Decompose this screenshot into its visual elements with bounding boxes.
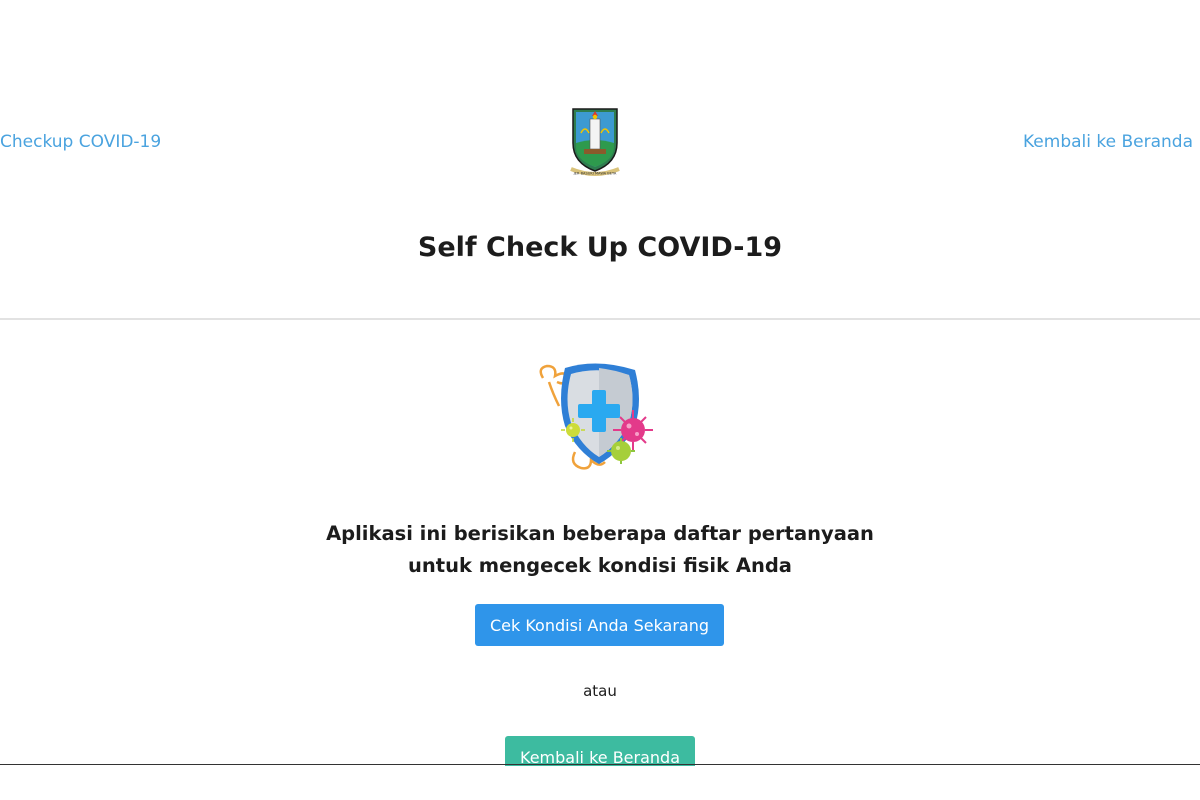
nav-link-home[interactable]: Kembali ke Beranda (1023, 132, 1193, 152)
header-divider (0, 318, 1200, 320)
description-line-1: Aplikasi ini berisikan beberapa daftar p… (326, 522, 874, 545)
description-line-2: untuk mengecek kondisi fisik Anda (408, 554, 792, 577)
or-separator-text: atau (583, 682, 617, 700)
shield-virus-icon (539, 363, 653, 470)
svg-text:JER BASUKI MAWA BEYA: JER BASUKI MAWA BEYA (573, 172, 617, 176)
description-text: Aplikasi ini berisikan beberapa daftar p… (0, 518, 1200, 582)
bottom-border (0, 764, 1200, 765)
page-title: Self Check Up COVID-19 (417, 232, 783, 263)
page: Checkup COVID-19 JER BASUKI MAWA BEYA Ke… (0, 0, 1200, 800)
bottom-cutoff (0, 766, 1200, 800)
nav-link-checkup[interactable]: Checkup COVID-19 (0, 132, 161, 152)
check-condition-button[interactable]: Cek Kondisi Anda Sekarang (475, 604, 724, 646)
east-java-coat-of-arms-icon: JER BASUKI MAWA BEYA (570, 108, 620, 176)
